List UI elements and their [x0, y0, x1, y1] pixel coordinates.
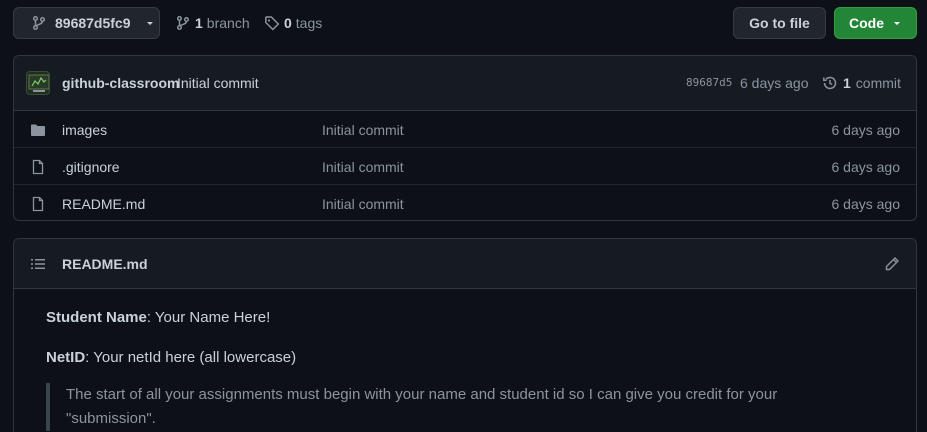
- commit-message[interactable]: Initial commit: [177, 75, 259, 91]
- history-icon: [822, 75, 838, 91]
- tag-icon: [264, 15, 280, 31]
- commit-label: commit: [855, 75, 901, 91]
- folder-icon: [30, 122, 46, 138]
- tag-count: 0: [284, 15, 292, 31]
- readme-panel: README.md Student Name: Your Name Here! …: [13, 238, 917, 432]
- readme-title[interactable]: README.md: [62, 256, 148, 272]
- tags-link[interactable]: 0 tags: [264, 7, 322, 39]
- file-name[interactable]: README.md: [62, 196, 145, 212]
- file-name[interactable]: .gitignore: [62, 159, 120, 175]
- commit-count: 1: [843, 75, 851, 91]
- student-name-value: : Your Name Here!: [146, 309, 271, 326]
- file-row[interactable]: README.md Initial commit 6 days ago: [14, 185, 916, 220]
- commit-sha[interactable]: 89687d5: [686, 76, 732, 89]
- netid-line: NetID: Your netId here (all lowercase): [46, 349, 296, 366]
- file-browser: github-classroom Initial commit 89687d5 …: [13, 55, 917, 221]
- file-icon: [30, 196, 46, 212]
- file-age: 6 days ago: [831, 196, 901, 212]
- file-age: 6 days ago: [831, 122, 901, 138]
- avatar[interactable]: [26, 71, 50, 95]
- netid-value: : Your netId here (all lowercase): [85, 349, 297, 366]
- readme-header: README.md: [14, 239, 916, 289]
- code-button-label: Code: [849, 15, 884, 31]
- file-row[interactable]: images Initial commit 6 days ago: [14, 111, 916, 148]
- readme-blockquote: The start of all your assignments must b…: [46, 383, 866, 431]
- latest-commit-header: github-classroom Initial commit 89687d5 …: [14, 56, 916, 111]
- commit-history-link[interactable]: 1 commit: [822, 75, 901, 91]
- list-icon[interactable]: [30, 256, 46, 272]
- branch-label: branch: [206, 15, 250, 31]
- netid-label: NetID: [46, 349, 86, 366]
- file-commit-message[interactable]: Initial commit: [322, 122, 404, 138]
- file-row[interactable]: .gitignore Initial commit 6 days ago: [14, 148, 916, 185]
- code-button[interactable]: Code: [834, 7, 917, 39]
- git-branch-icon: [175, 15, 191, 31]
- branch-select-button[interactable]: 89687d5fc9: [13, 7, 160, 39]
- pencil-icon[interactable]: [884, 256, 900, 272]
- go-to-file-button[interactable]: Go to file: [733, 7, 826, 39]
- file-icon: [30, 159, 46, 175]
- branch-count: 1: [195, 15, 203, 31]
- file-age: 6 days ago: [831, 159, 901, 175]
- student-name-label: Student Name: [46, 309, 147, 326]
- branch-name: 89687d5fc9: [55, 15, 131, 31]
- commit-author[interactable]: github-classroom: [62, 75, 179, 91]
- file-name[interactable]: images: [62, 122, 107, 138]
- student-name-line: Student Name: Your Name Here!: [46, 309, 270, 326]
- branches-link[interactable]: 1 branch: [175, 7, 250, 39]
- file-commit-message[interactable]: Initial commit: [322, 159, 404, 175]
- commit-age: 6 days ago: [740, 75, 809, 91]
- chevron-down-icon: [892, 18, 902, 28]
- chevron-down-icon: [145, 18, 155, 28]
- tag-label: tags: [295, 15, 323, 31]
- file-commit-message[interactable]: Initial commit: [322, 196, 404, 212]
- git-branch-icon: [31, 15, 47, 31]
